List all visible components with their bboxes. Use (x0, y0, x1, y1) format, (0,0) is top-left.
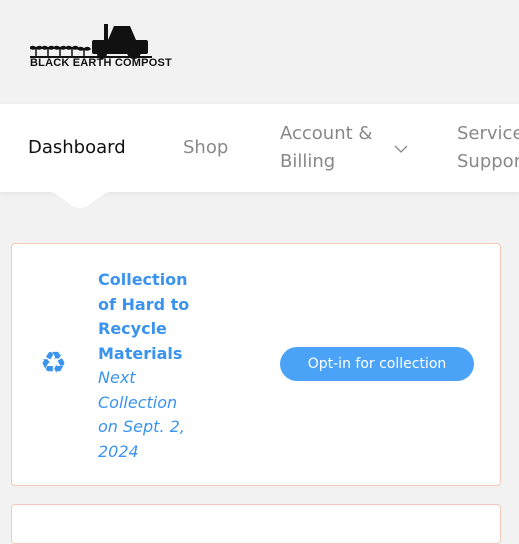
title-line: Recycle (98, 319, 167, 338)
chevron-down-icon[interactable] (394, 142, 408, 156)
nav-item-label: Support (457, 151, 519, 172)
nav-item-account-billing[interactable]: Account & Billing (280, 120, 384, 176)
title-line: of Hard to (98, 294, 190, 314)
active-tab-indicator (40, 190, 120, 208)
collection-info: Collection of Hard to Recycle Materials … (98, 268, 194, 464)
next-card (11, 504, 501, 544)
subtitle-line: 2024 (98, 441, 139, 461)
title-line: Materials (98, 343, 183, 363)
nav-item-shop[interactable]: Shop (183, 134, 228, 162)
nav-item-dashboard[interactable]: Dashboard (28, 134, 126, 162)
subtitle-line: Collection (98, 392, 178, 412)
collection-card: ♻ Collection of Hard to Recycle Material… (11, 243, 501, 486)
site-header: BLACK EARTH COMPOST (0, 0, 519, 104)
main-navbar: Dashboard Shop Account & Billing Service… (0, 104, 519, 192)
nav-item-services-support[interactable]: Services & Support (457, 120, 519, 176)
title-line: Collection (98, 270, 188, 289)
subtitle-line: Next (98, 368, 136, 387)
nav-item-label: Billing (280, 151, 336, 172)
recycle-icon: ♻ (40, 346, 67, 381)
nav-item-label: Services & (457, 123, 519, 144)
opt-in-collection-button[interactable]: Opt-in for collection (280, 347, 474, 381)
brand-logo[interactable]: BLACK EARTH COMPOST (28, 20, 172, 76)
tractor-logo-icon (28, 24, 152, 59)
subtitle-line: on Sept. 2, (98, 417, 185, 436)
next-collection-date: Next Collection on Sept. 2, 2024 (98, 366, 194, 464)
nav-item-label: Account & (280, 123, 373, 144)
logo-text: BLACK EARTH COMPOST (30, 57, 172, 69)
collection-title: Collection of Hard to Recycle Materials (98, 268, 194, 366)
